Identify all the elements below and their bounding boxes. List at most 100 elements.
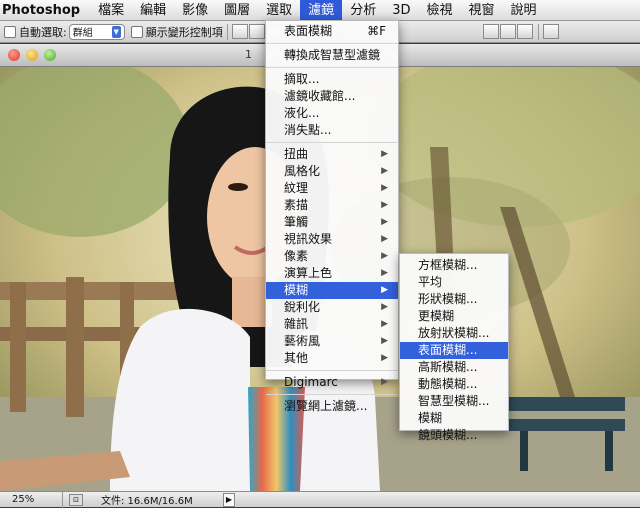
smart-blur-item[interactable]: 智慧型模糊... <box>400 393 508 410</box>
auto-select-checkbox[interactable] <box>4 25 16 38</box>
liquify-item[interactable]: 液化... <box>266 105 398 122</box>
auto-select-dropdown[interactable]: 群組 ▼ <box>68 23 125 40</box>
menu-bar: Photoshop 檔案 編輯 影像 圖層 選取 濾鏡 分析 3D 檢視 視窗 … <box>0 0 640 21</box>
submenu-sketch[interactable]: 素描 ▶ <box>266 197 398 214</box>
align-top-icon[interactable] <box>231 24 248 39</box>
submenu-arrow-icon: ▶ <box>381 149 388 159</box>
distribute-icon[interactable] <box>482 24 499 39</box>
distribute-icon[interactable] <box>516 24 533 39</box>
status-options-icon[interactable]: ⊡ <box>69 493 83 506</box>
submenu-digimarc[interactable]: Digimarc ▶ <box>266 374 398 391</box>
submenu-label: 模糊 <box>284 283 309 297</box>
submenu-stylize[interactable]: 風格化 ▶ <box>266 163 398 180</box>
submenu-blur[interactable]: 模糊 ▶ <box>266 282 398 299</box>
submenu-artistic[interactable]: 藝術風 ▶ <box>266 333 398 350</box>
toolbar-separator <box>226 23 228 40</box>
lens-blur-item[interactable]: 鏡頭模糊... <box>400 427 508 444</box>
minimize-window-button[interactable] <box>26 49 38 61</box>
shortcut-label: ⌘F <box>367 24 386 38</box>
last-filter-item[interactable]: 表面模糊 ⌘F <box>266 23 398 40</box>
submenu-label: 銳利化 <box>284 300 321 314</box>
blur-submenu: 方框模糊... 平均 形狀模糊... 更模糊 放射狀模糊... 表面模糊... … <box>399 253 509 442</box>
vanishing-point-item[interactable]: 消失點... <box>266 122 398 139</box>
submenu-pixelate[interactable]: 像素 ▶ <box>266 248 398 265</box>
menu-divider <box>266 67 398 68</box>
submenu-distort[interactable]: 扭曲 ▶ <box>266 146 398 163</box>
submenu-label: 筆觸 <box>284 215 309 229</box>
menu-filter[interactable]: 濾鏡 <box>300 0 343 21</box>
submenu-render[interactable]: 演算上色 ▶ <box>266 265 398 282</box>
menu-divider <box>266 43 398 44</box>
submenu-arrow-icon: ▶ <box>381 183 388 193</box>
box-blur-item[interactable]: 方框模糊... <box>400 257 508 274</box>
file-size-info: 文件: 16.6M/16.6M <box>101 496 193 507</box>
motion-blur-item[interactable]: 動態模糊... <box>400 376 508 393</box>
submenu-other[interactable]: 其他 ▶ <box>266 350 398 367</box>
gaussian-blur-item[interactable]: 高斯模糊... <box>400 359 508 376</box>
submenu-arrow-icon: ▶ <box>381 302 388 312</box>
browse-filters-online-item[interactable]: 瀏覽網上濾鏡... <box>266 398 398 415</box>
submenu-texture[interactable]: 紋理 ▶ <box>266 180 398 197</box>
toolbar-separator <box>537 23 539 40</box>
menu-divider <box>266 394 398 395</box>
show-transform-checkbox[interactable] <box>130 25 143 38</box>
submenu-label: 扭曲 <box>284 147 309 161</box>
submenu-sharpen[interactable]: 銳利化 ▶ <box>266 299 398 316</box>
app-menu[interactable]: Photoshop <box>0 3 90 18</box>
status-bar: 25% ⊡ 文件: 16.6M/16.6M ▶ <box>0 491 640 508</box>
menu-3d[interactable]: 3D <box>384 0 418 21</box>
status-menu-arrow-icon[interactable]: ▶ <box>223 492 235 507</box>
auto-select-label: 自動選取: <box>19 25 67 39</box>
submenu-label: 素描 <box>284 198 309 212</box>
menu-help[interactable]: 說明 <box>503 0 545 21</box>
radial-blur-item[interactable]: 放射狀模糊... <box>400 325 508 342</box>
blur-more-item[interactable]: 更模糊 <box>400 308 508 325</box>
menu-edit[interactable]: 編輯 <box>132 0 174 21</box>
submenu-label: 藝術風 <box>284 334 321 348</box>
submenu-arrow-icon: ▶ <box>381 200 388 210</box>
align-vcenter-icon[interactable] <box>248 24 265 39</box>
extract-item[interactable]: 摘取... <box>266 71 398 88</box>
submenu-label: 像素 <box>284 249 309 263</box>
submenu-label: 演算上色 <box>284 266 333 280</box>
filter-gallery-item[interactable]: 濾鏡收藏館... <box>266 88 398 105</box>
menu-divider <box>266 142 398 143</box>
menu-view[interactable]: 檢視 <box>418 0 460 21</box>
average-item[interactable]: 平均 <box>400 274 508 291</box>
submenu-arrow-icon: ▶ <box>381 268 388 278</box>
close-window-button[interactable] <box>8 49 20 61</box>
submenu-brush-strokes[interactable]: 筆觸 ▶ <box>266 214 398 231</box>
submenu-arrow-icon: ▶ <box>381 377 388 387</box>
auto-align-icon[interactable] <box>542 24 559 39</box>
submenu-label: Digimarc <box>284 375 338 389</box>
convert-smart-filter-item[interactable]: 轉換成智慧型濾鏡 <box>266 47 398 64</box>
submenu-arrow-icon: ▶ <box>381 353 388 363</box>
submenu-label: 雜訊 <box>284 317 309 331</box>
submenu-noise[interactable]: 雜訊 ▶ <box>266 316 398 333</box>
zoom-level[interactable]: 25% <box>0 491 63 508</box>
blur-item[interactable]: 模糊 <box>400 410 508 427</box>
auto-select-value: 群組 <box>72 28 93 39</box>
menu-layer[interactable]: 圖層 <box>216 0 258 21</box>
submenu-arrow-icon: ▶ <box>381 285 388 295</box>
menu-window[interactable]: 視窗 <box>461 0 503 21</box>
zoom-window-button[interactable] <box>44 49 56 61</box>
surface-blur-item[interactable]: 表面模糊... <box>400 342 508 359</box>
dropdown-arrow-icon: ▼ <box>111 25 121 38</box>
submenu-video[interactable]: 視訊效果 ▶ <box>266 231 398 248</box>
shape-blur-item[interactable]: 形狀模糊... <box>400 291 508 308</box>
menu-file[interactable]: 檔案 <box>90 0 132 21</box>
menu-analysis[interactable]: 分析 <box>342 0 384 21</box>
menu-select[interactable]: 選取 <box>258 0 300 21</box>
submenu-label: 其他 <box>284 351 309 365</box>
distribute-icon[interactable] <box>499 24 516 39</box>
submenu-arrow-icon: ▶ <box>381 217 388 227</box>
filter-menu: 表面模糊 ⌘F 轉換成智慧型濾鏡 摘取... 濾鏡收藏館... 液化... 消失… <box>265 20 399 413</box>
submenu-arrow-icon: ▶ <box>381 166 388 176</box>
last-filter-label: 表面模糊 <box>284 24 333 38</box>
submenu-arrow-icon: ▶ <box>381 336 388 346</box>
submenu-arrow-icon: ▶ <box>381 319 388 329</box>
menu-image[interactable]: 影像 <box>174 0 216 21</box>
show-transform-label: 顯示變形控制項 <box>145 25 223 39</box>
submenu-arrow-icon: ▶ <box>381 234 388 244</box>
